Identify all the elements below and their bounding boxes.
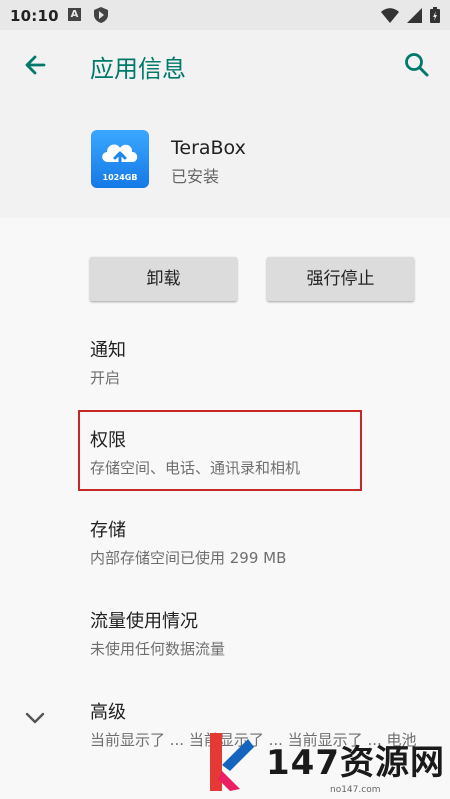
wifi-icon	[381, 7, 399, 23]
cloud-upload-icon	[102, 144, 138, 167]
watermark-brand: 147资源网	[266, 743, 445, 783]
status-right-icons	[381, 7, 440, 23]
watermark-url: no147.com	[330, 785, 381, 795]
app-header: 1024GB TeraBox 已安装	[0, 100, 450, 218]
notification-a-icon: A	[68, 8, 81, 21]
arrow-left-icon	[25, 55, 46, 75]
list-item-notifications[interactable]: 通知 开启	[90, 336, 126, 388]
search-button[interactable]	[402, 50, 432, 80]
list-item-data-usage[interactable]: 流量使用情况 未使用任何数据流量	[90, 607, 225, 659]
watermark: 147资源网 no147.com	[0, 695, 450, 799]
item-subtitle: 开启	[90, 369, 121, 387]
item-title: 通知	[90, 340, 126, 361]
shield-icon	[94, 7, 108, 27]
force-stop-button[interactable]: 强行停止	[267, 257, 414, 301]
terabox-app-icon: 1024GB	[91, 130, 149, 188]
item-title: 流量使用情况	[90, 611, 198, 632]
uninstall-button[interactable]: 卸载	[90, 257, 237, 301]
app-bar: 应用信息	[0, 30, 450, 100]
item-title: 权限	[90, 430, 126, 451]
list-item-permissions[interactable]: 权限 存储空间、电话、通讯录和相机	[90, 426, 300, 478]
page-title: 应用信息	[90, 55, 186, 83]
signal-icon	[407, 7, 422, 23]
list-item-storage[interactable]: 存储 内部存储空间已使用 299 MB	[90, 516, 286, 568]
app-icon-caption: 1024GB	[102, 173, 138, 182]
status-bar: 10:10 A	[0, 0, 450, 30]
back-button[interactable]	[20, 50, 50, 80]
app-name: TeraBox	[171, 137, 246, 159]
item-subtitle: 内部存储空间已使用 299 MB	[90, 549, 287, 567]
item-title: 存储	[90, 520, 126, 541]
item-subtitle: 存储空间、电话、通讯录和相机	[90, 459, 301, 477]
watermark-logo-icon	[210, 733, 254, 791]
battery-icon	[430, 7, 440, 23]
app-install-status: 已安装	[171, 167, 220, 186]
search-icon	[405, 53, 429, 77]
item-subtitle: 未使用任何数据流量	[90, 640, 226, 658]
status-time: 10:10	[10, 7, 59, 25]
